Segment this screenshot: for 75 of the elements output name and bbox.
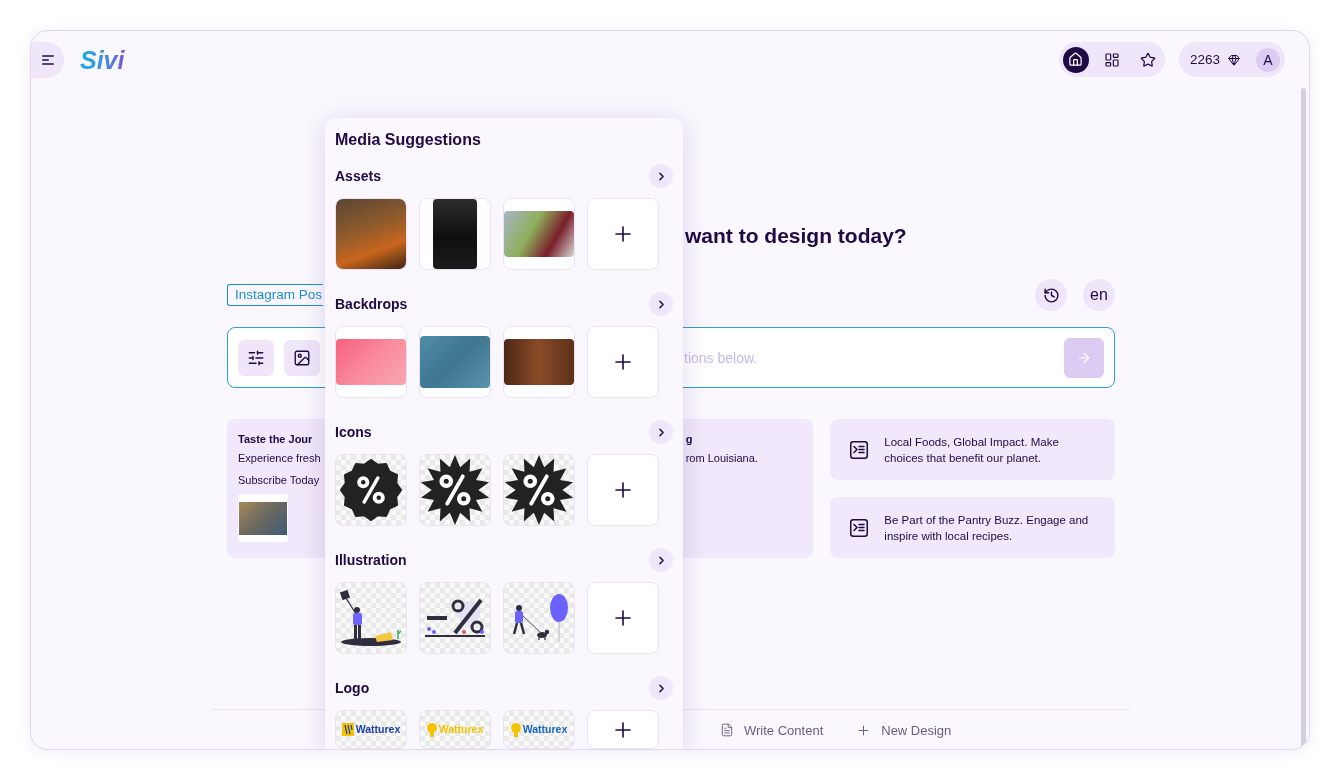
gem-icon	[1228, 53, 1240, 66]
media-tile[interactable]	[419, 582, 491, 654]
bulb-logo-icon	[426, 722, 437, 737]
square-logo-icon	[341, 723, 354, 736]
media-tile[interactable]: Watturex	[503, 710, 575, 749]
photo-placeholder	[336, 199, 406, 269]
section-title: Icons	[335, 423, 372, 441]
home-icon	[1068, 52, 1084, 67]
logo-text: Watturex	[438, 723, 484, 736]
card-text: Subscribe Today	[238, 473, 320, 488]
prompt-suggestion[interactable]: Be Part of the Pantry Buzz. Engage and inspire with local recipes.	[830, 497, 1115, 558]
plus-icon	[856, 722, 872, 738]
footer-link[interactable]: Write Content	[720, 721, 824, 739]
prompt-input[interactable]: tions below.	[684, 346, 1054, 369]
card-title: g	[685, 432, 693, 447]
media-tile[interactable]	[503, 582, 575, 654]
media-tile[interactable]	[419, 454, 491, 526]
avatar[interactable]: A	[1256, 47, 1280, 72]
card-title: Taste the Jour	[238, 432, 313, 447]
percent-badge-icon	[340, 459, 402, 521]
more-button[interactable]	[649, 164, 673, 188]
percent-badge-icon	[504, 455, 574, 525]
photo-placeholder	[433, 199, 477, 269]
settings-button[interactable]	[238, 339, 274, 376]
document-icon	[720, 723, 734, 737]
media-tile[interactable]	[503, 198, 575, 270]
section-title: Backdrops	[335, 295, 408, 313]
prompt-suggestion[interactable]: Local Foods, Global Impact. Make choices that benefit our planet.	[830, 419, 1115, 480]
more-button[interactable]	[649, 420, 673, 444]
media-tile[interactable]	[503, 326, 575, 398]
history-icon	[1042, 286, 1060, 304]
history-button[interactable]	[1035, 279, 1067, 311]
photo-placeholder	[504, 339, 574, 385]
page-heading: want to design today?	[685, 224, 907, 248]
footer-link[interactable]: New Design	[856, 721, 952, 739]
media-tile[interactable]	[503, 454, 575, 526]
media-tile[interactable]: Watturex	[335, 710, 407, 749]
bulb-logo-icon	[510, 722, 521, 737]
media-tile[interactable]	[335, 582, 407, 654]
credit-count: 2263	[1189, 50, 1220, 69]
media-tile[interactable]	[419, 198, 491, 270]
language-button[interactable]: en	[1083, 279, 1115, 311]
image-icon	[293, 348, 311, 367]
more-button[interactable]	[649, 292, 673, 316]
sliders-icon	[247, 348, 265, 367]
logo-text: Watturex	[355, 723, 401, 736]
terminal-icon	[850, 518, 869, 537]
card-text: Experience fresh	[238, 451, 321, 466]
photo-placeholder	[504, 211, 574, 257]
section-title: Logo	[335, 679, 370, 697]
media-tile[interactable]	[419, 326, 491, 398]
home-button[interactable]	[1062, 46, 1089, 73]
card-text: rom Louisiana.	[685, 451, 758, 466]
photo-placeholder	[420, 336, 490, 388]
menu-icon	[41, 54, 54, 65]
more-button[interactable]	[649, 676, 673, 700]
panel-title: Media Suggestions	[335, 130, 482, 150]
grid-icon	[1103, 51, 1120, 68]
section-title: Assets	[335, 167, 381, 185]
photo-placeholder	[336, 339, 406, 385]
menu-button[interactable]	[31, 41, 64, 78]
add-button[interactable]	[587, 710, 659, 749]
media-tile[interactable]	[335, 454, 407, 526]
more-button[interactable]	[649, 548, 673, 572]
percent-badge-icon	[420, 455, 490, 525]
star-icon	[1139, 51, 1156, 68]
logo-text: Watturex	[522, 723, 568, 736]
section-title: Illustration	[335, 551, 407, 569]
terminal-icon	[850, 440, 869, 459]
percent-sale-drawing	[423, 598, 487, 638]
media-tile[interactable]	[335, 326, 407, 398]
media-tile[interactable]	[335, 198, 407, 270]
format-chip[interactable]: Instagram Pos	[227, 284, 324, 306]
image-button[interactable]	[284, 339, 320, 376]
person-with-sign-drawing	[339, 590, 403, 646]
